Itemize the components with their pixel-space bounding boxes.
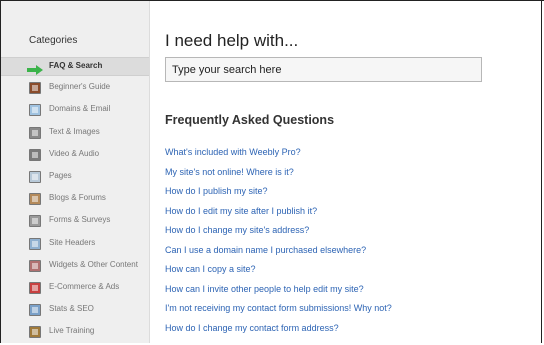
window-frame: [0, 0, 542, 343]
